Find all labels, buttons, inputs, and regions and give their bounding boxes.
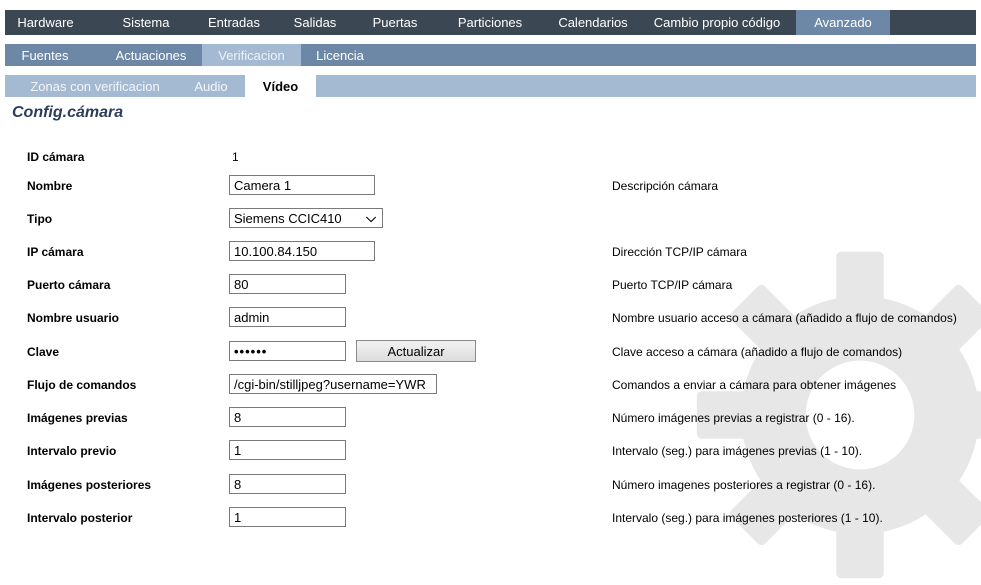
secondary-nav: Fuentes Actuaciones Verificacion Licenci…: [5, 44, 976, 66]
tab-entradas[interactable]: Entradas: [201, 10, 267, 35]
tab-verificacion[interactable]: Verificacion: [202, 44, 301, 66]
camera-type-label: Tipo: [27, 212, 53, 226]
camera-type-select[interactable]: Siemens CCIC410 ⌵: [229, 208, 383, 228]
tab-fuentes[interactable]: Fuentes: [15, 44, 75, 66]
post-images-description: Número imagenes posteriores a registrar …: [612, 478, 876, 492]
camera-port-input[interactable]: [229, 274, 346, 294]
tab-zonas-con-verificacion[interactable]: Zonas con verificacion: [19, 75, 171, 97]
username-input[interactable]: [229, 307, 346, 327]
username-description: Nombre usuario acceso a cámara (añadido …: [612, 311, 957, 325]
tertiary-nav: Zonas con verificacion Audio Vídeo: [5, 75, 976, 97]
page-title: Config.cámara: [12, 104, 124, 121]
post-images-label: Imágenes posteriores: [27, 478, 152, 492]
post-interval-input[interactable]: [229, 507, 346, 527]
camera-name-input[interactable]: [229, 175, 375, 195]
pre-interval-description: Intervalo (seg.) para imágenes previas (…: [612, 444, 863, 458]
camera-name-label: Nombre: [27, 179, 73, 193]
chevron-down-icon: ⌵: [366, 210, 376, 225]
camera-type-value: Siemens CCIC410: [234, 210, 342, 226]
post-interval-description: Intervalo (seg.) para imágenes posterior…: [612, 511, 883, 525]
camera-name-description: Descripción cámara: [612, 179, 719, 193]
password-description: Clave acceso a cámara (añadido a flujo d…: [612, 345, 903, 359]
pre-interval-input[interactable]: [229, 440, 346, 460]
tab-cambio-propio-codigo[interactable]: Cambio propio código: [645, 10, 789, 35]
update-password-button[interactable]: Actualizar: [356, 340, 476, 362]
password-input[interactable]: [229, 341, 346, 361]
primary-nav: Hardware Sistema Entradas Salidas Puerta…: [5, 10, 976, 35]
post-images-input[interactable]: [229, 474, 346, 494]
pre-images-input[interactable]: [229, 407, 346, 427]
tab-actuaciones[interactable]: Actuaciones: [108, 44, 194, 66]
camera-port-description: Puerto TCP/IP cámara: [612, 278, 733, 292]
pre-images-label: Imágenes previas: [27, 411, 128, 425]
tab-avanzado[interactable]: Avanzado: [796, 10, 890, 35]
tab-licencia[interactable]: Licencia: [310, 44, 370, 66]
tab-particiones[interactable]: Particiones: [445, 10, 535, 35]
tab-audio[interactable]: Audio: [190, 75, 232, 97]
tab-sistema[interactable]: Sistema: [110, 10, 182, 35]
username-label: Nombre usuario: [27, 311, 120, 325]
camera-port-label: Puerto cámara: [27, 278, 111, 292]
camera-id-value: 1: [232, 150, 239, 164]
tab-puertas[interactable]: Puertas: [360, 10, 430, 35]
pre-interval-label: Intervalo previo: [27, 444, 117, 458]
command-stream-label: Flujo de comandos: [27, 378, 137, 392]
pre-images-description: Número imágenes previas a registrar (0 -…: [612, 411, 855, 425]
camera-ip-label: IP cámara: [27, 245, 84, 259]
tab-calendarios[interactable]: Calendarios: [552, 10, 634, 35]
tab-hardware[interactable]: Hardware: [5, 10, 86, 35]
command-stream-description: Comandos a enviar a cámara para obtener …: [612, 378, 897, 392]
camera-ip-description: Dirección TCP/IP cámara: [612, 245, 747, 259]
tab-video[interactable]: Vídeo: [245, 75, 316, 97]
password-label: Clave: [27, 345, 60, 359]
command-stream-input[interactable]: [229, 374, 437, 394]
tab-salidas[interactable]: Salidas: [285, 10, 345, 35]
post-interval-label: Intervalo posterior: [27, 511, 133, 525]
camera-id-label: ID cámara: [27, 150, 85, 164]
camera-ip-input[interactable]: [229, 241, 375, 261]
